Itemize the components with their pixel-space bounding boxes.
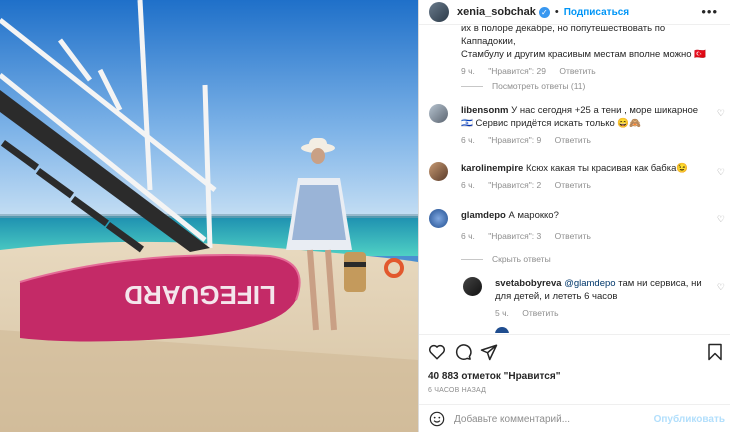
save-bookmark-icon[interactable]	[707, 343, 723, 361]
commenter-avatar[interactable]	[429, 162, 448, 181]
comment-icon[interactable]	[454, 343, 472, 361]
comment-time: 9 ч.	[461, 66, 475, 76]
reply-button[interactable]: Ответить	[555, 135, 591, 145]
post-sidebar: xenia_sobchak ✓ • Подписаться ••• их в п…	[418, 0, 730, 432]
comment-text-line-1: их в полоре декабре, но попутешествовать…	[461, 25, 666, 47]
commenter-username[interactable]: svetabobyreva	[495, 278, 562, 289]
comment-likes[interactable]: "Нравится": 9	[488, 135, 541, 145]
comment-input[interactable]: Добавьте комментарий...	[454, 414, 570, 425]
comment-time: 6 ч.	[461, 135, 475, 145]
hide-replies-button[interactable]: Скрыть ответы	[461, 254, 551, 264]
post-photo[interactable]: LIFEGUARD	[0, 0, 418, 432]
action-icons	[428, 343, 498, 361]
divider-line	[461, 258, 483, 260]
comment-meta: 6 ч. "Нравится": 9 Ответить	[461, 134, 707, 147]
commenter-username[interactable]: karolinempire	[461, 163, 523, 174]
post-time[interactable]: 6 ЧАСОВ НАЗАД	[428, 387, 486, 394]
add-comment-bar: Добавьте комментарий... Опубликовать	[419, 404, 730, 433]
comment-text-line-2: Стамбулу и другим красивым местам вполне…	[461, 49, 707, 60]
comments-list[interactable]: их в полоре декабре, но попутешествовать…	[419, 25, 730, 333]
reply-button[interactable]: Ответить	[522, 308, 558, 318]
commenter-avatar[interactable]	[429, 209, 448, 228]
commenter-username[interactable]: libensonm	[461, 105, 509, 116]
comment-text: Ксюх какая ты красивая как бабка😉	[525, 163, 689, 174]
next-commenter-avatar[interactable]	[495, 327, 509, 333]
surfboard-text: LIFEGUARD	[124, 280, 276, 310]
commenter-avatar[interactable]	[429, 104, 448, 123]
commenter-username[interactable]: glamdepo	[461, 210, 506, 221]
divider-line	[461, 85, 483, 87]
comment-time: 5 ч.	[495, 308, 509, 318]
like-icon[interactable]	[428, 343, 446, 361]
comment-time: 6 ч.	[461, 180, 475, 190]
hide-replies-label: Скрыть ответы	[492, 254, 551, 264]
like-comment-icon[interactable]: ♡	[717, 213, 725, 226]
publish-button[interactable]: Опубликовать	[654, 414, 725, 425]
share-icon[interactable]	[480, 343, 498, 361]
commenter-avatar[interactable]	[463, 277, 482, 296]
more-options-icon[interactable]: •••	[701, 4, 718, 19]
comment-likes[interactable]: "Нравится": 2	[488, 180, 541, 190]
likes-count[interactable]: 40 883 отметок "Нравится"	[428, 371, 560, 382]
comment-meta: 9 ч. "Нравится": 29 Ответить	[461, 65, 707, 78]
follow-button[interactable]: Подписаться	[564, 7, 629, 18]
post-header: xenia_sobchak ✓ • Подписаться •••	[419, 0, 730, 25]
reply-button[interactable]: Ответить	[555, 231, 591, 241]
comment-likes[interactable]: "Нравится": 3	[488, 231, 541, 241]
author-avatar[interactable]	[429, 2, 449, 22]
separator-dot: •	[554, 6, 559, 18]
comment-meta: 6 ч. "Нравится": 2 Ответить	[461, 179, 707, 192]
verified-icon: ✓	[538, 6, 550, 18]
emoji-icon[interactable]	[429, 411, 445, 427]
comment-meta: 5 ч. Ответить	[495, 307, 707, 320]
view-replies-button[interactable]: Посмотреть ответы (11)	[461, 81, 585, 91]
post-actions: 40 883 отметок "Нравится" 6 ЧАСОВ НАЗАД	[419, 334, 730, 394]
view-replies-label: Посмотреть ответы (11)	[492, 81, 586, 91]
reply-button[interactable]: Ответить	[555, 180, 591, 190]
author-username[interactable]: xenia_sobchak	[457, 6, 536, 18]
comment-text: А марокко?	[508, 210, 559, 221]
like-comment-icon[interactable]: ♡	[717, 281, 725, 294]
like-comment-icon[interactable]: ♡	[717, 107, 725, 120]
comment-meta: 6 ч. "Нравится": 3 Ответить	[461, 230, 707, 243]
like-comment-icon[interactable]: ♡	[717, 166, 725, 179]
comment-time: 6 ч.	[461, 231, 475, 241]
reply-button[interactable]: Ответить	[559, 66, 595, 76]
comment-likes[interactable]: "Нравится": 29	[488, 66, 546, 76]
mention-link[interactable]: @glamdepo	[564, 278, 615, 289]
beach-photo-illustration: LIFEGUARD	[0, 0, 418, 432]
